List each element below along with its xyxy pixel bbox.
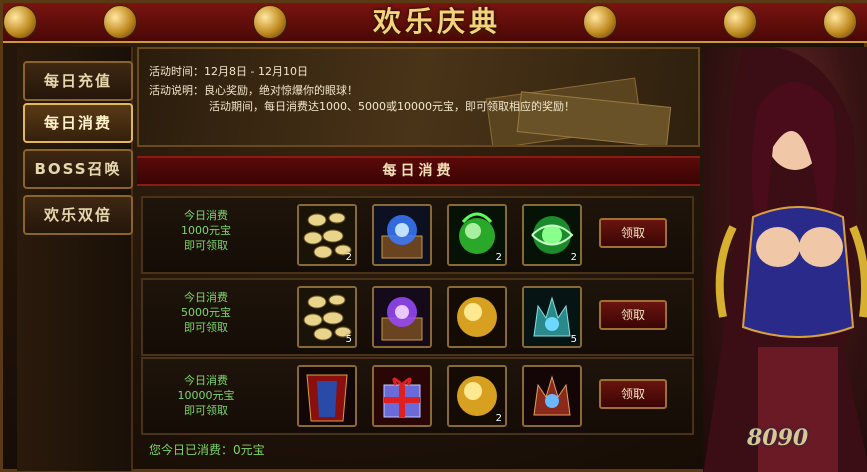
gold-orb-icon[interactable] — [447, 286, 507, 348]
tab-happy-double[interactable]: 欢乐双倍 — [23, 195, 133, 235]
purple-orb-chest-icon[interactable] — [372, 286, 432, 348]
time-value: 12月8日 - 12月10日 — [204, 65, 308, 78]
requirement-text: 今日消费 10000元宝 即可领取 — [151, 373, 261, 418]
reward-row: 今日消费 5000元宝 即可领取 5 5 领取 — [141, 278, 694, 356]
title-banner: 欢乐庆典 — [3, 3, 867, 43]
req-line: 5000元宝 — [181, 306, 231, 319]
item-count: 2 — [570, 252, 577, 263]
gold-ingots-icon[interactable]: 2 — [297, 204, 357, 266]
claim-button[interactable]: 领取 — [599, 300, 667, 330]
blue-orb-chest-icon[interactable] — [372, 204, 432, 266]
red-crown-gem-icon[interactable] — [522, 365, 582, 427]
req-line: 今日消费 — [184, 209, 228, 222]
item-count: 2 — [495, 252, 502, 263]
desc-line-1: 良心奖励，绝对惊爆你的眼球！ — [204, 84, 358, 97]
teal-crown-gem-icon[interactable]: 5 — [522, 286, 582, 348]
tab-daily-spend[interactable]: 每日消费 — [23, 103, 133, 143]
req-line: 即可领取 — [184, 321, 228, 334]
time-label: 活动时间： — [149, 65, 204, 78]
item-count: 2 — [495, 413, 502, 424]
coin-ornament-icon — [823, 5, 857, 39]
money-bag-icon — [583, 5, 617, 39]
requirement-text: 今日消费 5000元宝 即可领取 — [151, 290, 261, 335]
green-swirl-orb-icon[interactable]: 2 — [522, 204, 582, 266]
sidebar-tabs: 每日充值 每日消费 BOSS召唤 欢乐双倍 — [17, 47, 133, 471]
coin-ornament-icon — [723, 5, 757, 39]
req-line: 1000元宝 — [181, 224, 231, 237]
claim-button[interactable]: 领取 — [599, 379, 667, 409]
site-watermark-logo: 8090 — [747, 425, 809, 451]
today-spent-text: 您今日已消费：0元宝 — [149, 443, 265, 457]
claim-button[interactable]: 领取 — [599, 218, 667, 248]
blue-cloak-icon[interactable] — [297, 365, 357, 427]
req-line: 今日消费 — [184, 374, 228, 387]
req-line: 今日消费 — [184, 291, 228, 304]
character-illustration-icon — [703, 47, 867, 472]
event-info-panel: 活动时间：12月8日 - 12月10日 活动说明：良心奖励，绝对惊爆你的眼球！ … — [137, 47, 700, 147]
section-title: 每日消费 — [137, 156, 700, 186]
reward-row: 今日消费 10000元宝 即可领取 2 领取 — [141, 357, 694, 435]
red-gift-box-icon[interactable] — [372, 365, 432, 427]
desc-line-2: 活动期间，每日消费达1000、5000或10000元宝，即可领取相应的奖励！ — [209, 100, 575, 113]
item-count: 2 — [345, 252, 352, 263]
tab-daily-recharge[interactable]: 每日充值 — [23, 61, 133, 101]
gold-orb-icon[interactable]: 2 — [447, 365, 507, 427]
item-count: 5 — [570, 334, 577, 345]
req-line: 即可领取 — [184, 404, 228, 417]
money-bag-icon — [253, 5, 287, 39]
event-window: 欢乐庆典 每日充值 每日消费 BOSS召唤 欢乐双倍 活动时间：12月8日 - … — [0, 0, 867, 472]
item-count: 5 — [345, 334, 352, 345]
coin-ornament-icon — [103, 5, 137, 39]
req-line: 10000元宝 — [177, 389, 235, 402]
desc-label: 活动说明： — [149, 84, 204, 97]
req-line: 即可领取 — [184, 239, 228, 252]
tab-boss-summon[interactable]: BOSS召唤 — [23, 149, 133, 189]
green-flame-orb-icon[interactable]: 2 — [447, 204, 507, 266]
coin-ornament-icon — [3, 5, 37, 39]
gold-ingots-icon[interactable]: 5 — [297, 286, 357, 348]
character-portrait — [703, 47, 867, 472]
page-title: 欢乐庆典 — [372, 5, 501, 38]
reward-row: 今日消费 1000元宝 即可领取 2 2 2 领取 — [141, 196, 694, 274]
requirement-text: 今日消费 1000元宝 即可领取 — [151, 208, 261, 253]
